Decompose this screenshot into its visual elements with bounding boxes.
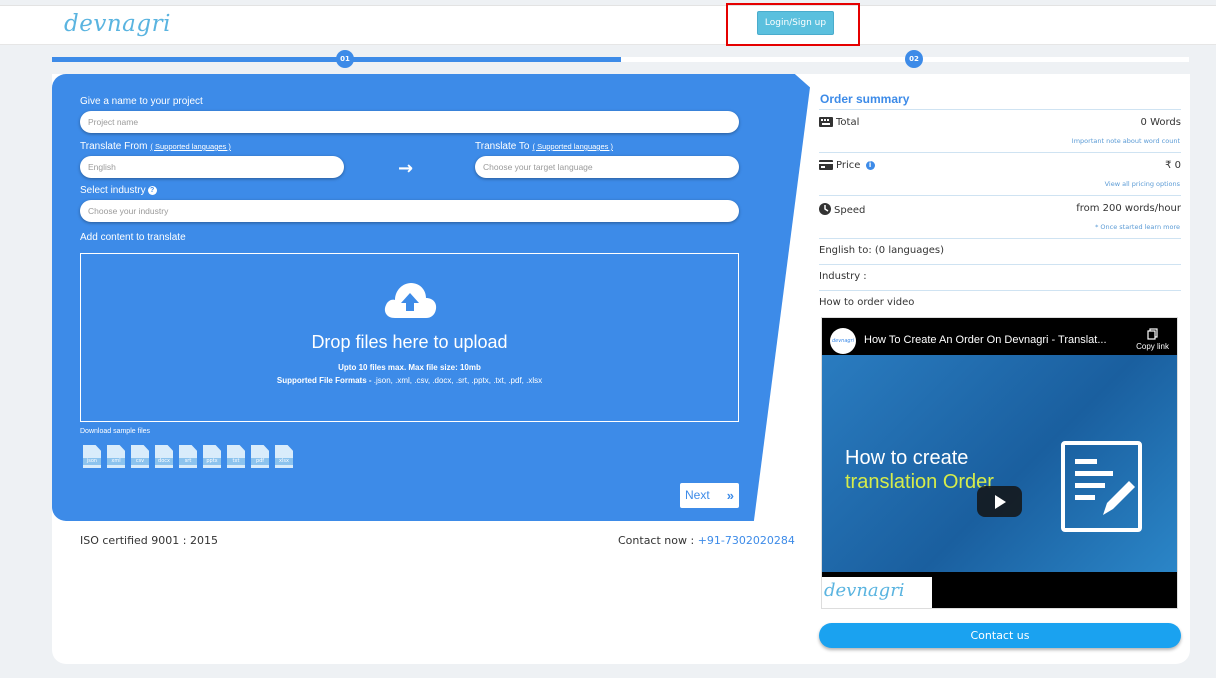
double-chevron-right-icon: » — [726, 488, 734, 503]
word-count-note-link[interactable]: Important note about word count — [1072, 137, 1180, 145]
supported-languages-link-to[interactable]: ( Supported languages ) — [532, 142, 612, 151]
project-name-input[interactable]: Project name — [80, 111, 739, 133]
add-content-label: Add content to translate — [80, 232, 186, 243]
clock-icon — [819, 203, 831, 215]
contact-us-button[interactable]: Contact us — [819, 623, 1181, 648]
summary-price-row: Price i ₹ 0 — [819, 160, 1181, 171]
divider — [819, 195, 1181, 196]
divider — [819, 264, 1181, 265]
help-icon[interactable]: ? — [147, 186, 157, 195]
login-highlight-box: Login/Sign up — [726, 3, 860, 46]
credit-card-icon — [819, 160, 833, 170]
drop-limits: Upto 10 files max. Max file size: 10mb — [338, 363, 481, 372]
divider — [819, 109, 1181, 110]
drop-title: Drop files here to upload — [311, 332, 508, 352]
english-to-summary: English to: (0 languages) — [819, 245, 944, 256]
video-brand-logo: devnagri — [822, 577, 932, 608]
supported-languages-link-from[interactable]: ( Supported languages ) — [150, 142, 230, 151]
how-to-order-video-label: How to order video — [819, 297, 915, 308]
keyboard-icon — [819, 117, 833, 127]
contact-now: Contact now : +91-7302020284 — [618, 534, 795, 547]
iso-certification: ISO certified 9001 : 2015 — [80, 534, 218, 547]
top-bar: devnagri — [0, 5, 1216, 45]
order-summary-title: Order summary — [820, 92, 910, 106]
speed-value: from 200 words/hour — [1076, 203, 1181, 214]
phone-link[interactable]: +91-7302020284 — [698, 534, 795, 547]
pricing-options-link[interactable]: View all pricing options — [1105, 180, 1180, 188]
video-caption-line1: How to create — [845, 447, 969, 469]
supported-formats: Supported File Formats - .json, .xml, .c… — [276, 376, 543, 385]
sample-file-srt-icon[interactable]: srt — [179, 445, 197, 468]
video-title[interactable]: How To Create An Order On Devnagri - Tra… — [864, 334, 1122, 346]
industry-summary: Industry : — [819, 271, 867, 282]
target-language-select[interactable]: Choose your target language — [475, 156, 739, 178]
info-icon[interactable]: i — [865, 161, 875, 170]
speed-learn-more-link[interactable]: * Once started learn more — [1095, 223, 1180, 231]
sample-file-json-icon[interactable]: json — [83, 445, 101, 468]
sample-file-xlsx-icon[interactable]: xlsx — [275, 445, 293, 468]
play-button-icon[interactable] — [977, 486, 1022, 517]
divider — [819, 290, 1181, 291]
download-samples-label: Download sample files — [80, 428, 151, 435]
sample-file-csv-icon[interactable]: csv — [131, 445, 149, 468]
project-name-label: Give a name to your project — [80, 96, 203, 107]
video-thumbnail: How to create translation Order devnagri — [822, 355, 1177, 608]
copy-link-button[interactable]: Copy link — [1136, 328, 1169, 351]
arrow-right-icon: → — [398, 158, 414, 179]
sample-file-docx-icon[interactable]: docx — [155, 445, 173, 468]
translate-from-label: Translate From( Supported languages ) — [80, 141, 231, 152]
translate-to-label: Translate To( Supported languages ) — [475, 141, 613, 152]
sample-file-txt-icon[interactable]: txt — [227, 445, 245, 468]
video-player[interactable]: How to create translation Order devnagri… — [821, 317, 1178, 609]
industry-select[interactable]: Choose your industry — [80, 200, 739, 222]
summary-total-row: Total 0 Words — [819, 117, 1181, 128]
next-button[interactable]: Next» — [680, 483, 739, 508]
cloud-upload-icon — [384, 283, 437, 318]
summary-speed-row: Speed from 200 words/hour — [819, 203, 1181, 216]
sample-files-list: json xml csv docx srt pptx txt pdf xlsx — [83, 445, 293, 468]
select-industry-label: Select industry? — [80, 185, 157, 196]
channel-avatar[interactable]: devnagri — [830, 328, 856, 354]
step-2-indicator: 02 — [905, 50, 923, 68]
copy-icon — [1146, 328, 1158, 340]
document-edit-icon — [1061, 441, 1142, 532]
sample-file-xml-icon[interactable]: xml — [107, 445, 125, 468]
file-drop-zone[interactable]: Drop files here to upload Upto 10 files … — [80, 253, 739, 422]
video-caption-line2: translation Order — [845, 471, 994, 493]
divider — [819, 152, 1181, 153]
total-words-value: 0 Words — [1140, 117, 1181, 128]
login-signup-button[interactable]: Login/Sign up — [757, 11, 834, 35]
price-value: ₹ 0 — [1165, 160, 1181, 171]
divider — [819, 238, 1181, 239]
sample-file-pptx-icon[interactable]: pptx — [203, 445, 221, 468]
source-language-select[interactable]: English — [80, 156, 344, 178]
sample-file-pdf-icon[interactable]: pdf — [251, 445, 269, 468]
brand-logo[interactable]: devnagri — [64, 11, 171, 37]
step-1-indicator: 01 — [336, 50, 354, 68]
